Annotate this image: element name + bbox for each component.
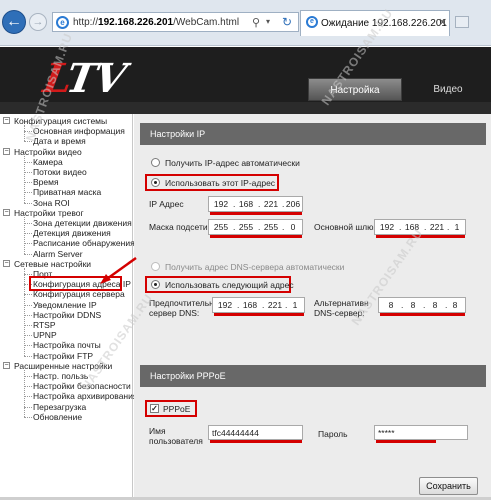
tree-item[interactable]: Основная информация xyxy=(33,126,125,136)
header-strip xyxy=(0,102,491,114)
ip-octet: 206 xyxy=(285,199,301,209)
auto-dns-label: Получить адрес DNS-сервера автоматически xyxy=(165,262,345,272)
back-arrow-icon[interactable]: ← xyxy=(2,10,26,34)
tree-item[interactable]: Детекция движения xyxy=(33,228,111,238)
refresh-icon[interactable]: ↻ xyxy=(282,15,292,29)
address-bar[interactable]: e http://192.168.226.201/WebCam.html ⚲ ▾… xyxy=(52,12,299,32)
tree-item[interactable]: Настройки DDNS xyxy=(33,310,101,320)
ip-octet: 0 xyxy=(290,222,296,232)
tree-item[interactable]: Настр. пользь xyxy=(33,371,88,381)
pppoe-checkbox[interactable]: ✓ xyxy=(150,404,159,413)
ip-octet: 1 xyxy=(292,300,298,310)
url-path: /WebCam.html xyxy=(173,17,240,28)
manual-dns-label: Использовать следующий адрес xyxy=(165,280,294,290)
tree-item[interactable]: Уведомление IP xyxy=(33,300,97,310)
ip-octet: 255 xyxy=(238,222,254,232)
search-icon[interactable]: ⚲ xyxy=(252,16,260,29)
tree-collapse-icon[interactable]: − xyxy=(3,361,10,369)
tree-group[interactable]: Сетевые настройки xyxy=(14,259,91,269)
address-url[interactable]: http://192.168.226.201/WebCam.html xyxy=(73,17,239,28)
tree-item[interactable]: Камера xyxy=(33,157,63,167)
ip-octet: 168 xyxy=(238,199,254,209)
auto-dns-radio[interactable] xyxy=(151,262,160,271)
ip-octet: 168 xyxy=(242,300,258,310)
forward-arrow-icon[interactable]: → xyxy=(29,13,47,31)
annotation-underline-alternate-dns xyxy=(380,313,465,316)
ie-icon: e xyxy=(306,16,318,28)
ip-octet: 8 xyxy=(432,300,438,310)
ip-address-label: IP Адрес xyxy=(149,199,184,209)
manual-dns-radio[interactable] xyxy=(151,280,160,289)
tree-collapse-icon[interactable]: − xyxy=(3,147,10,155)
new-tab-button[interactable] xyxy=(455,16,469,28)
tree-item[interactable]: Alarm Server xyxy=(33,249,83,259)
gateway-label: Основной шлюз xyxy=(314,222,378,232)
tree-item[interactable]: Расписание обнаружения дв xyxy=(33,238,147,248)
pppoe-label: PPPoE xyxy=(163,404,191,414)
auto-ip-radio[interactable] xyxy=(151,158,160,167)
ip-octet: 192 xyxy=(379,222,395,232)
tree-item[interactable]: Настройки FTP xyxy=(33,351,93,361)
tree-item[interactable]: Потоки видео xyxy=(33,167,87,177)
save-button[interactable]: Сохранить xyxy=(419,477,478,495)
username-input[interactable]: tfc44444444 xyxy=(208,425,303,440)
tree-item[interactable]: Приватная маска xyxy=(33,187,101,197)
url-host: 192.168.226.201 xyxy=(98,17,174,28)
tree-item[interactable]: Настройка архивирования и xyxy=(33,391,145,401)
password-input[interactable]: ***** xyxy=(374,425,468,440)
ip-octet: 8 xyxy=(410,300,416,310)
annotation-underline-password xyxy=(376,440,436,443)
preferred-dns-field[interactable]: 192 . 168 . 221 . 1 xyxy=(212,297,305,313)
ip-octet: 221 xyxy=(263,199,279,209)
subnet-mask-field[interactable]: 255 . 255 . 255 . 0 xyxy=(208,219,303,235)
alternate-dns-field[interactable]: 8 . 8 . 8 . 8 xyxy=(378,297,466,313)
tree-item[interactable]: Перезагрузка xyxy=(33,402,86,412)
tree-item[interactable]: Конфигурация сервера xyxy=(33,289,125,299)
ie-icon: e xyxy=(56,16,69,29)
settings-tree: − Конфигурация системы Основная информация… xyxy=(0,114,147,500)
username-label: Имя xyxy=(149,426,166,436)
ip-octet: 255 xyxy=(263,222,279,232)
preferred-dns-label-2: сервер DNS: xyxy=(149,308,200,318)
tree-item[interactable]: Время xyxy=(33,177,59,187)
tree-item[interactable]: Обновление xyxy=(33,412,82,422)
annotation-underline-preferred-dns xyxy=(214,313,304,316)
ip-octet: 8 xyxy=(452,300,458,310)
tree-collapse-icon[interactable]: − xyxy=(3,208,10,216)
ip-octet: 221 xyxy=(429,222,445,232)
tree-item[interactable]: Зона ROI xyxy=(33,198,70,208)
auto-ip-label: Получить IP-адрес автоматически xyxy=(165,158,300,168)
password-label: Пароль xyxy=(318,429,348,439)
close-icon[interactable]: ✕ xyxy=(438,16,447,29)
static-ip-label: Использовать этот IP-адрес xyxy=(165,178,276,188)
static-ip-radio[interactable] xyxy=(151,178,160,187)
ip-octet: 1 xyxy=(454,222,460,232)
preferred-dns-label: Предпочтительн xyxy=(149,298,214,308)
chevron-down-icon[interactable]: ▾ xyxy=(266,17,270,26)
username-label-2: пользователя xyxy=(149,436,203,446)
pppoe-header: Настройки PPPoE xyxy=(140,365,486,387)
ip-address-field[interactable]: 192 . 168 . 221 . 206 xyxy=(208,196,303,212)
annotation-underline-ip xyxy=(210,212,302,215)
ip-octet: 255 xyxy=(213,222,229,232)
tree-item[interactable]: Зона детекции движения xyxy=(33,218,132,228)
subnet-mask-label: Маска подсети xyxy=(149,222,208,232)
ip-octet: 192 xyxy=(213,199,229,209)
tree-item[interactable]: Дата и время xyxy=(33,136,86,146)
tab-video[interactable]: Видео xyxy=(405,78,491,101)
tree-item[interactable]: UPNP xyxy=(33,330,57,340)
annotation-underline-username xyxy=(210,440,302,443)
annotation-underline-mask xyxy=(210,235,302,238)
ip-settings-header: Настройки IP xyxy=(140,123,486,145)
ip-octet: 8 xyxy=(388,300,394,310)
tree-collapse-icon[interactable]: − xyxy=(3,117,10,124)
ip-octet: 192 xyxy=(217,300,233,310)
tree-collapse-icon[interactable]: − xyxy=(3,259,10,267)
tree-item[interactable]: Настройка почты xyxy=(33,340,101,350)
ip-octet: 221 xyxy=(267,300,283,310)
tree-item[interactable]: RTSP xyxy=(33,320,56,330)
url-prefix: http:// xyxy=(73,17,99,28)
